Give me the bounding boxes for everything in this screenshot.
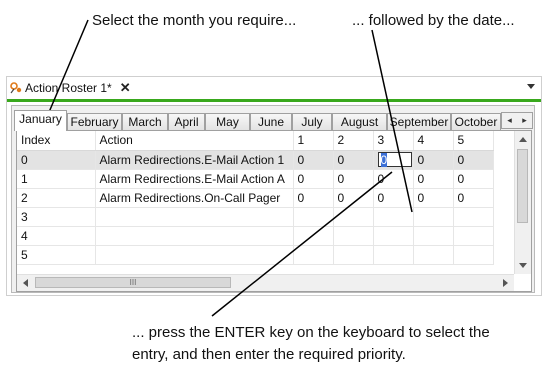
row-day-cell[interactable]: 0	[293, 188, 334, 208]
horizontal-scrollbar[interactable]: III	[17, 274, 514, 291]
action-roster-window: Action Roster 1* ✕ January February Marc…	[6, 76, 542, 296]
document-tab-strip: Action Roster 1* ✕	[7, 77, 541, 102]
row-day-cell[interactable]	[453, 226, 494, 246]
tab-august[interactable]: August	[332, 113, 387, 130]
row-day-cell[interactable]	[333, 245, 374, 265]
row-day-cell[interactable]	[293, 207, 334, 227]
row-action-cell[interactable]: Alarm Redirections.On-Call Pager	[95, 188, 294, 208]
roster-table: Index Action 1 2 3 4 5 0 Alarm Redirecti…	[17, 131, 494, 265]
row-day-cell[interactable]: 0	[413, 169, 454, 189]
row-day-cell[interactable]	[373, 226, 414, 246]
header-action[interactable]: Action	[95, 131, 294, 151]
tab-april[interactable]: April	[168, 113, 205, 130]
header-day-2[interactable]: 2	[333, 131, 374, 151]
vertical-scrollbar[interactable]	[514, 131, 531, 274]
table-row[interactable]: 4	[17, 226, 494, 246]
header-day-3[interactable]: 3	[373, 131, 414, 151]
scroll-right-icon[interactable]	[503, 279, 508, 287]
scroll-down-icon[interactable]	[519, 263, 527, 268]
scroll-up-icon[interactable]	[519, 137, 527, 142]
header-day-5[interactable]: 5	[453, 131, 494, 151]
row-day-cell[interactable]	[413, 207, 454, 227]
row-day-cell[interactable]: 0	[413, 188, 454, 208]
row-action-cell[interactable]	[95, 207, 294, 227]
tab-february[interactable]: February	[67, 113, 122, 130]
priority-edit-value: 0	[380, 153, 388, 167]
callout-press-enter: ... press the ENTER key on the keyboard …	[132, 322, 490, 366]
row-day-cell[interactable]	[373, 207, 414, 227]
document-tab[interactable]: Action Roster 1* ✕	[7, 77, 137, 99]
row-index-cell[interactable]: 2	[17, 188, 96, 208]
row-day-cell[interactable]: 0	[293, 169, 334, 189]
scroll-left-icon[interactable]	[23, 279, 28, 287]
row-day-cell[interactable]: 0	[293, 150, 334, 170]
month-tab-bar: January February March April May June Ju…	[14, 110, 533, 131]
document-tab-title: Action Roster 1*	[25, 81, 112, 95]
row-day-cell[interactable]: 0	[333, 150, 374, 170]
priority-edit-field[interactable]: 0	[377, 152, 412, 167]
row-index-cell[interactable]: 3	[17, 207, 96, 227]
row-day-cell[interactable]: 0	[373, 169, 414, 189]
row-day-cell[interactable]	[373, 245, 414, 265]
tab-scroll-left-icon[interactable]: ◂	[502, 113, 517, 128]
row-day-cell[interactable]: 0	[373, 188, 414, 208]
tab-march[interactable]: March	[122, 113, 168, 130]
tab-june[interactable]: June	[250, 113, 292, 130]
row-index-cell[interactable]: 4	[17, 226, 96, 246]
row-day-cell[interactable]: 0	[453, 188, 494, 208]
tab-may[interactable]: May	[205, 113, 250, 130]
callout-select-month: Select the month you require...	[92, 12, 297, 29]
row-day-cell[interactable]: 0	[453, 150, 494, 170]
roster-panel: January February March April May June Ju…	[11, 105, 535, 293]
row-day-cell[interactable]: 0	[333, 169, 374, 189]
row-day-cell[interactable]: 0	[333, 188, 374, 208]
chevron-down-icon[interactable]	[527, 84, 535, 89]
row-day-cell[interactable]	[453, 245, 494, 265]
callout-press-enter-line2: entry, and then enter the required prior…	[132, 346, 406, 363]
row-action-cell[interactable]	[95, 226, 294, 246]
row-day-cell[interactable]: 0	[413, 150, 454, 170]
row-index-cell[interactable]: 0	[17, 150, 96, 170]
roster-grid: Index Action 1 2 3 4 5 0 Alarm Redirecti…	[16, 130, 532, 292]
table-row[interactable]: 5	[17, 245, 494, 265]
header-row: Index Action 1 2 3 4 5	[17, 131, 494, 151]
tab-scroll-buttons: ◂ ▸	[501, 112, 533, 129]
callout-press-enter-line1: ... press the ENTER key on the keyboard …	[132, 324, 490, 341]
table-row[interactable]: 2 Alarm Redirections.On-Call Pager 0 0 0…	[17, 188, 494, 208]
header-index[interactable]: Index	[17, 131, 96, 151]
row-day-cell[interactable]	[293, 245, 334, 265]
tab-october[interactable]: October	[451, 113, 501, 130]
table-row[interactable]: 3	[17, 207, 494, 227]
close-icon[interactable]: ✕	[120, 80, 131, 96]
callout-select-date: ... followed by the date...	[352, 12, 515, 29]
tab-july[interactable]: July	[292, 113, 332, 130]
row-action-cell[interactable]: Alarm Redirections.E-Mail Action 1	[95, 150, 294, 170]
row-index-cell[interactable]: 1	[17, 169, 96, 189]
row-day-cell-editing[interactable]: 0	[373, 150, 414, 170]
tab-january[interactable]: January	[14, 110, 67, 131]
row-day-cell[interactable]: 0	[453, 169, 494, 189]
tab-scroll-right-icon[interactable]: ▸	[517, 113, 532, 128]
horizontal-scroll-thumb[interactable]: III	[35, 277, 231, 288]
row-day-cell[interactable]	[293, 226, 334, 246]
roster-icon	[10, 82, 22, 94]
header-day-1[interactable]: 1	[293, 131, 334, 151]
vertical-scroll-thumb[interactable]	[517, 149, 528, 223]
header-day-4[interactable]: 4	[413, 131, 454, 151]
row-day-cell[interactable]	[453, 207, 494, 227]
row-day-cell[interactable]	[333, 226, 374, 246]
row-day-cell[interactable]	[413, 226, 454, 246]
row-index-cell[interactable]: 5	[17, 245, 96, 265]
tab-september[interactable]: September	[387, 113, 451, 130]
row-day-cell[interactable]	[413, 245, 454, 265]
row-action-cell[interactable]	[95, 245, 294, 265]
table-row[interactable]: 0 Alarm Redirections.E-Mail Action 1 0 0…	[17, 150, 494, 170]
row-action-cell[interactable]: Alarm Redirections.E-Mail Action A	[95, 169, 294, 189]
table-row[interactable]: 1 Alarm Redirections.E-Mail Action A 0 0…	[17, 169, 494, 189]
row-day-cell[interactable]	[333, 207, 374, 227]
